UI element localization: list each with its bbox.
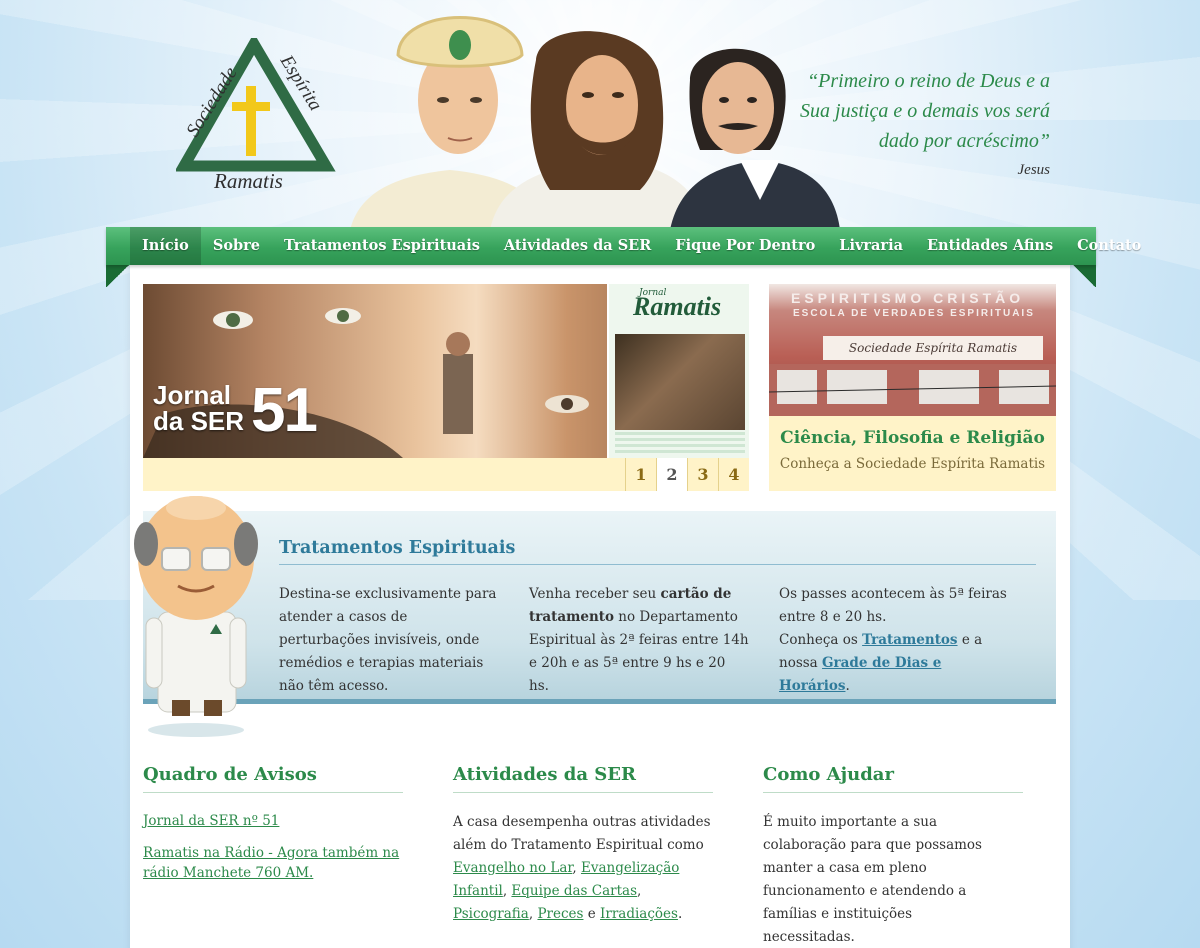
atividades-sep-1: , <box>572 860 581 876</box>
doctor-mascot-illustration <box>134 496 258 737</box>
link-evangelho-no-lar[interactable]: Evangelho no Lar <box>453 860 572 876</box>
pager-button-4[interactable]: 4 <box>718 458 749 491</box>
ajudar-column: Como Ajudar É muito importante a sua col… <box>763 764 1023 948</box>
treatments-col-3: Os passes acontecem às 5ª feiras entre 8… <box>779 583 1009 698</box>
nav-item-sobre[interactable]: Sobre <box>201 227 272 265</box>
link-equipe-das-cartas[interactable]: Equipe das Cartas <box>511 883 637 899</box>
building-sign-2: ESCOLA DE VERDADES ESPIRITUAIS <box>793 308 1035 319</box>
feature-title: Ciência, Filosofia e Religião <box>780 428 1045 448</box>
building-sign-1: ESPIRITISMO CRISTÃO <box>791 290 1025 306</box>
nav-item-fique-por-dentro[interactable]: Fique Por Dentro <box>663 227 827 265</box>
link-psicografia[interactable]: Psicografia <box>453 906 529 922</box>
nav-item-livraria[interactable]: Livraria <box>827 227 915 265</box>
atividades-divider <box>453 792 713 793</box>
treatments-link[interactable]: Tratamentos <box>862 632 957 648</box>
treatments-col-2: Venha receber seu cartão de tratamento n… <box>529 583 749 698</box>
nav-item-entidades-afins[interactable]: Entidades Afins <box>915 227 1065 265</box>
avisos-column: Quadro de Avisos Jornal da SER nº 51 Ram… <box>143 764 403 895</box>
ajudar-divider <box>763 792 1023 793</box>
treatments-col3-pre: Conheça os <box>779 632 863 648</box>
treatments-col2-pre: Venha receber seu <box>529 586 661 602</box>
link-preces[interactable]: Preces <box>537 906 583 922</box>
aviso-link-radio[interactable]: Ramatis na Rádio - Agora também na rádio… <box>143 843 403 883</box>
journal-cover[interactable]: Jornal Ramatis <box>607 284 749 458</box>
journal-name: Ramatis <box>633 292 722 321</box>
feature-box[interactable]: ESPIRITISMO CRISTÃO ESCOLA DE VERDADES E… <box>769 284 1056 491</box>
treatments-divider <box>279 564 1036 565</box>
nav-fold-right <box>1072 265 1096 287</box>
logo-triangle-icon: Sociedade Espírita Ramatis <box>174 33 336 193</box>
building-photo: ESPIRITISMO CRISTÃO ESCOLA DE VERDADES E… <box>769 284 1056 416</box>
treatments-panel: Tratamentos Espirituais Destina-se exclu… <box>143 511 1056 704</box>
ajudar-text: É muito importante a sua colaboração par… <box>763 814 982 945</box>
atividades-column: Atividades da SER A casa desempenha outr… <box>453 764 713 926</box>
ajudar-title: Como Ajudar <box>763 764 894 785</box>
avisos-title: Quadro de Avisos <box>143 764 317 785</box>
atividades-text: A casa desempenha outras atividades além… <box>453 811 715 926</box>
nav-bar: Início Sobre Tratamentos Espirituais Ati… <box>106 227 1141 265</box>
journal-footer <box>615 432 745 454</box>
building-windows-illustration <box>769 364 1056 416</box>
pager-button-2[interactable]: 2 <box>656 458 687 491</box>
pager-button-3[interactable]: 3 <box>687 458 718 491</box>
treatments-col3-end: . <box>845 678 850 694</box>
news-slider: Jornal da SER 51 Jornal Ramatis 1 2 3 4 <box>143 284 749 491</box>
journal-photo <box>615 334 745 430</box>
treatments-col3-line1: Os passes acontecem às 5ª feiras entre 8… <box>779 586 1007 625</box>
avisos-divider <box>143 792 403 793</box>
quote-author: Jesus <box>1017 162 1051 178</box>
atividades-title: Atividades da SER <box>453 764 636 785</box>
nav-item-tratamentos[interactable]: Tratamentos Espirituais <box>272 227 492 265</box>
slide-image[interactable]: Jornal da SER 51 Jornal Ramatis <box>143 284 749 458</box>
link-irradiacoes[interactable]: Irradiações <box>600 906 678 922</box>
main-nav: Início Sobre Tratamentos Espirituais Ati… <box>106 227 1141 287</box>
nav-item-contato[interactable]: Contato <box>1065 227 1153 265</box>
nav-item-atividades[interactable]: Atividades da SER <box>492 227 663 265</box>
logo-text-sociedade: Sociedade <box>182 63 241 140</box>
nav-fold-left <box>106 265 130 287</box>
aviso-link-jornal[interactable]: Jornal da SER nº 51 <box>143 811 403 831</box>
feature-subtitle: Conheça a Sociedade Espírita Ramatis <box>779 456 1046 472</box>
portraits-illustration <box>350 16 840 230</box>
pager-button-1[interactable]: 1 <box>625 458 656 491</box>
atividades-intro: A casa desempenha outras atividades além… <box>453 814 711 853</box>
slide-number: 51 <box>251 376 318 445</box>
slide-title: Jornal da SER <box>153 382 244 434</box>
slider-pager: 1 2 3 4 <box>625 458 749 491</box>
building-plate: Sociedade Espírita Ramatis <box>823 336 1043 360</box>
atividades-sep-3: , <box>637 883 642 899</box>
nav-item-inicio[interactable]: Início <box>130 227 201 265</box>
atividades-sep-5: e <box>583 906 601 922</box>
site-logo[interactable]: Sociedade Espírita Ramatis <box>174 33 336 196</box>
header-quote: “Primeiro o reino de Deus e a Sua justiç… <box>800 70 1050 152</box>
treatments-col-1: Destina-se exclusivamente para atender a… <box>279 586 497 694</box>
header: Sociedade Espírita Ramatis “Primeiro o r… <box>0 0 1200 230</box>
treatments-title: Tratamentos Espirituais <box>279 538 516 558</box>
atividades-end: . <box>677 906 683 922</box>
logo-text-ramatis: Ramatis <box>213 169 283 193</box>
slide-title-line2: da SER <box>153 406 245 436</box>
